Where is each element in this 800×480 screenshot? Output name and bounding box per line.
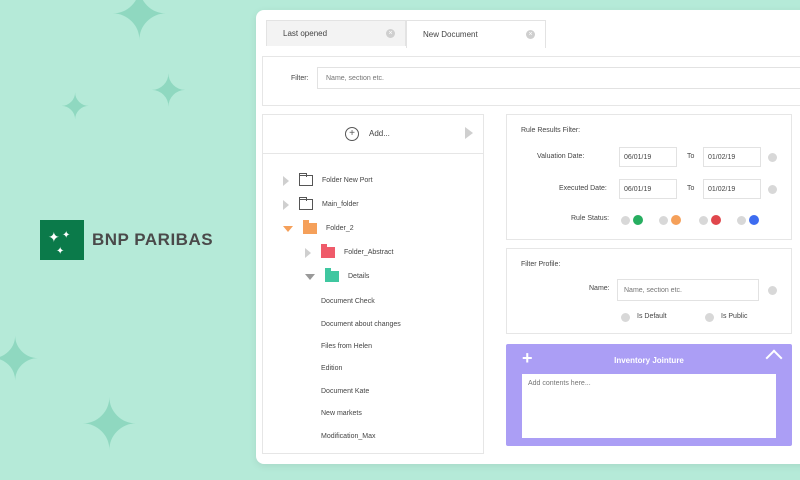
tree-item-label: Folder_2 (326, 225, 354, 232)
background-star-icon: ✦ (150, 66, 187, 117)
executed-from-input[interactable] (619, 179, 677, 199)
tree-item-label: Folder New Port (322, 177, 373, 184)
tree-item-label: Folder_Abstract (344, 249, 394, 256)
to-label: To (687, 185, 695, 192)
clear-circle-icon[interactable] (768, 185, 777, 194)
inventory-jointure-panel: + Inventory Jointure (506, 344, 792, 446)
tree-item-document[interactable]: Document Kate (321, 388, 369, 395)
tab-new-document[interactable]: New Document × (406, 20, 546, 48)
name-label: Name: (589, 285, 610, 292)
tab-label: Last opened (283, 29, 328, 38)
svg-text:✦: ✦ (62, 230, 70, 241)
tree-item-document[interactable]: Modification_Max (321, 433, 375, 440)
brand-name: BNP PARIBAS (92, 230, 214, 249)
tree-item-folder[interactable]: Details (305, 268, 370, 282)
expand-arrow-icon[interactable] (283, 175, 289, 186)
background-star-icon: ✦ (80, 384, 139, 466)
tree-item-label: Edition (321, 365, 343, 372)
play-arrow-icon[interactable] (465, 127, 473, 139)
tree-item-folder[interactable]: Folder_Abstract (305, 244, 394, 258)
status-radio[interactable] (737, 216, 746, 225)
tree-item-label: New markets (321, 410, 362, 417)
status-orange-dot[interactable] (671, 215, 681, 225)
folder-icon (321, 244, 335, 258)
filter-input[interactable] (317, 67, 800, 89)
rule-filter-title: Rule Results Filter: (521, 127, 581, 134)
is-public-radio[interactable] (705, 313, 714, 322)
valuation-from-input[interactable] (619, 147, 677, 167)
tree-item-folder[interactable]: Folder_2 (283, 220, 354, 234)
svg-text:✦: ✦ (48, 230, 60, 246)
plus-circle-icon: + (345, 127, 359, 141)
profile-name-input[interactable] (617, 279, 759, 301)
tree-item-folder[interactable]: Folder New Port (283, 173, 373, 186)
tree-item-label: Modification_Max (321, 433, 376, 440)
folder-icon (299, 197, 313, 210)
expand-arrow-icon[interactable] (283, 199, 289, 210)
clear-circle-icon[interactable] (768, 286, 777, 295)
svg-text:✦: ✦ (56, 246, 64, 257)
expand-arrow-icon[interactable] (305, 247, 311, 258)
app-window: Last opened × New Document × Filter: + A… (256, 10, 800, 464)
status-radio[interactable] (621, 216, 630, 225)
tree-item-document[interactable]: Document Check (321, 298, 375, 305)
background-star-icon: ✦ (0, 325, 41, 395)
close-icon[interactable]: × (526, 30, 535, 39)
valuation-to-input[interactable] (703, 147, 761, 167)
to-label: To (687, 153, 695, 160)
folder-icon (299, 173, 313, 186)
tree-item-document[interactable]: Files from Helen (321, 343, 372, 350)
bnp-stars-icon: ✦ ✦ ✦ (40, 220, 84, 260)
tab-last-opened[interactable]: Last opened × (266, 20, 406, 46)
rule-status-label: Rule Status: (571, 215, 610, 222)
add-button[interactable]: + Add... (263, 115, 483, 154)
folder-tree-panel: + Add... Folder New Port Main_folder Fol… (262, 114, 484, 454)
status-radio[interactable] (659, 216, 668, 225)
tree-item-folder[interactable]: Main_folder (283, 197, 359, 210)
collapse-arrow-icon[interactable] (305, 273, 315, 280)
collapse-arrow-icon[interactable] (283, 225, 293, 232)
tree-item-label: Files from Helen (321, 343, 372, 350)
tab-label: New Document (423, 30, 478, 39)
executed-date-label: Executed Date: (559, 185, 607, 192)
background-star-icon: ✦ (60, 87, 91, 128)
tree-item-label: Document Kate (321, 388, 370, 395)
filter-profile-panel: Filter Profile: Name: Is Default Is Publ… (506, 248, 792, 334)
tree-item-label: Document Check (321, 298, 375, 305)
tree-item-document[interactable]: Document about changes (321, 321, 401, 328)
tab-bar: Last opened × New Document × (266, 20, 546, 48)
status-blue-dot[interactable] (749, 215, 759, 225)
contents-textarea[interactable] (522, 374, 776, 438)
folder-icon (325, 268, 339, 282)
close-icon[interactable]: × (386, 29, 395, 38)
filter-panel: Filter: (262, 56, 800, 106)
status-green-dot[interactable] (633, 215, 643, 225)
background-star-icon: ✦ (110, 0, 169, 56)
tree-item-label: Details (348, 273, 370, 280)
is-default-label: Is Default (637, 313, 667, 320)
filter-label: Filter: (291, 75, 309, 82)
executed-to-input[interactable] (703, 179, 761, 199)
tree-item-label: Document about changes (321, 321, 401, 328)
valuation-date-label: Valuation Date: (537, 153, 585, 160)
clear-circle-icon[interactable] (768, 153, 777, 162)
folder-icon (303, 220, 317, 234)
is-public-label: Is Public (721, 313, 748, 320)
add-label: Add... (369, 129, 390, 138)
tree-item-label: Main_folder (322, 201, 359, 208)
status-radio[interactable] (699, 216, 708, 225)
status-red-dot[interactable] (711, 215, 721, 225)
filter-profile-title: Filter Profile: (521, 261, 561, 268)
inventory-title: Inventory Jointure (614, 356, 684, 365)
rule-results-filter-panel: Rule Results Filter: Valuation Date: To … (506, 114, 792, 240)
tree-item-document[interactable]: Edition (321, 365, 342, 372)
is-default-radio[interactable] (621, 313, 630, 322)
brand-logo: ✦ ✦ ✦ BNP PARIBAS (40, 220, 213, 260)
tree-item-document[interactable]: New markets (321, 410, 362, 417)
